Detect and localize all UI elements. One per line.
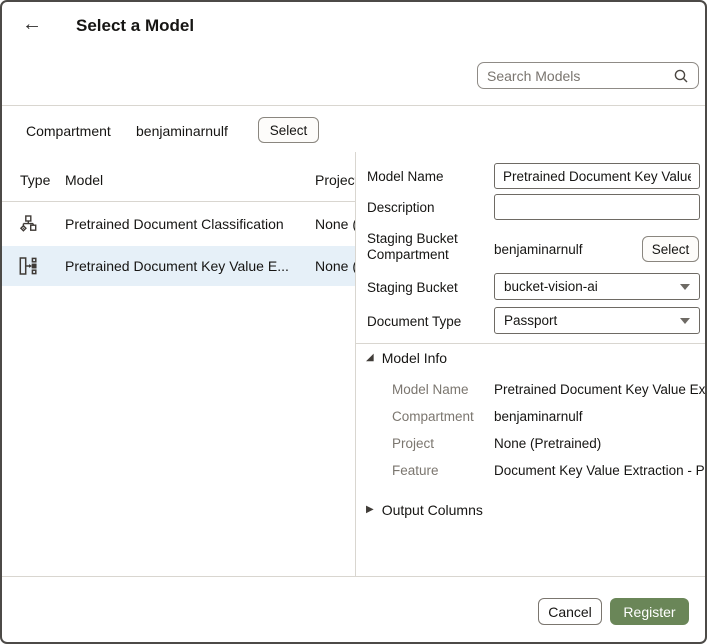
info-project-label: Project [392, 436, 434, 451]
header-divider [2, 105, 707, 106]
search-box [477, 62, 699, 89]
panel-divider [355, 152, 356, 576]
search-input[interactable] [487, 68, 667, 84]
table-row-document-key-value-extraction[interactable]: Pretrained Document Key Value E... None … [2, 246, 355, 286]
info-feature-value: Document Key Value Extraction - Pa [494, 463, 707, 478]
model-name-label: Model Name [367, 169, 444, 185]
chevron-down-icon [680, 318, 690, 324]
model-name-cell: Pretrained Document Key Value E... [65, 258, 289, 274]
form-section-divider [356, 343, 707, 344]
back-arrow-icon[interactable]: ← [22, 12, 42, 36]
table-row-document-classification[interactable]: Pretrained Document Classification None … [2, 202, 355, 246]
info-compartment-value: benjaminarnulf [494, 409, 707, 424]
project-cell: None (Pretrained) [315, 216, 355, 232]
cancel-button[interactable]: Cancel [538, 598, 602, 625]
document-type-dropdown[interactable]: Passport [494, 307, 700, 334]
collapse-triangle-icon: ◢ [366, 353, 374, 363]
staging-bucket-compartment-value: benjaminarnulf [494, 242, 583, 257]
document-type-selected-value: Passport [504, 313, 557, 328]
model-name-input[interactable] [494, 163, 700, 189]
column-header-type[interactable]: Type [20, 172, 50, 188]
document-type-label: Document Type [367, 314, 461, 330]
info-compartment-label: Compartment [392, 409, 474, 424]
info-model-name-label: Model Name [392, 382, 469, 397]
info-model-name-value: Pretrained Document Key Value Ext [494, 382, 707, 397]
model-info-section-header[interactable]: ◢ Model Info [366, 350, 447, 366]
model-name-cell: Pretrained Document Classification [65, 216, 284, 232]
compartment-label: Compartment [26, 123, 111, 139]
register-button[interactable]: Register [610, 598, 689, 625]
model-info-header-label: Model Info [382, 350, 447, 366]
info-feature-label: Feature [392, 463, 439, 478]
info-project-value: None (Pretrained) [494, 436, 707, 451]
select-model-dialog: ← Select a Model Compartment benjaminarn… [0, 0, 707, 644]
footer-divider [2, 576, 707, 577]
project-cell: None (Pretrained) [315, 258, 355, 274]
staging-bucket-compartment-select-button[interactable]: Select [642, 236, 699, 262]
compartment-select-button[interactable]: Select [258, 117, 319, 143]
output-columns-header-label: Output Columns [382, 502, 483, 518]
expand-triangle-icon: ▶ [366, 505, 374, 515]
staging-bucket-dropdown[interactable]: bucket-vision-ai [494, 273, 700, 300]
output-columns-section-header[interactable]: ▶ Output Columns [366, 502, 483, 518]
column-header-project[interactable]: Project [315, 172, 355, 188]
search-icon[interactable] [673, 68, 689, 84]
chevron-down-icon [680, 284, 690, 290]
staging-bucket-label: Staging Bucket [367, 280, 458, 296]
description-input[interactable] [494, 194, 700, 220]
staging-bucket-compartment-label: Staging Bucket Compartment [367, 231, 479, 263]
compartment-value: benjaminarnulf [136, 123, 228, 139]
description-label: Description [367, 200, 435, 216]
staging-bucket-selected-value: bucket-vision-ai [504, 279, 598, 294]
key-value-extraction-icon [19, 257, 37, 275]
column-header-model[interactable]: Model [65, 172, 103, 188]
dialog-title: Select a Model [76, 16, 194, 36]
classification-icon [19, 215, 37, 233]
